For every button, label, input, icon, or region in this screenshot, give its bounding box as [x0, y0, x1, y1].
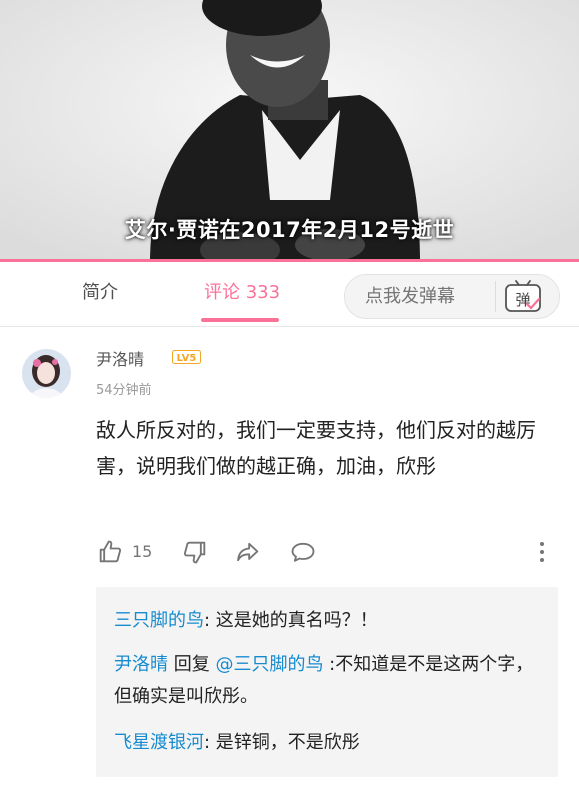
reply-author[interactable]: 尹洛晴 [114, 654, 168, 675]
share-icon[interactable] [234, 538, 262, 566]
reply-item[interactable]: 飞星渡银河: 是锌铜，不是欣彤 [114, 727, 544, 759]
tab-intro[interactable]: 简介 [82, 262, 118, 326]
reply-separator: : [204, 610, 216, 631]
reply-text: 是锌铜，不是欣彤 [215, 732, 360, 753]
reply-separator: : [204, 732, 216, 753]
dislike-icon[interactable] [181, 538, 209, 566]
comment-time: 54分钟前 [96, 383, 152, 398]
reply-author[interactable]: 飞星渡银河 [114, 732, 204, 753]
reply-mention[interactable]: @三只脚的鸟 [215, 654, 323, 675]
comment-content: 敌人所反对的，我们一定要支持，他们反对的越厉害，说明我们做的越正确，加油，欣彤 [96, 418, 536, 478]
comment-username[interactable]: 尹洛晴 [96, 346, 144, 370]
avatar[interactable] [22, 349, 71, 398]
like-count: 15 [132, 542, 153, 561]
danmaku-placeholder: 点我发弹幕 [365, 286, 455, 307]
reply-text: 这是她的真名吗？！ [215, 610, 378, 631]
tab-bar: 简介 评论 333 点我发弹幕 弹 [0, 262, 579, 327]
tab-comments-label: 评论 [204, 282, 240, 303]
danmaku-toggle-icon[interactable]: 弹 [503, 280, 543, 314]
comment-actions: 15 [96, 538, 566, 566]
reply-label: 回复 [168, 654, 216, 675]
danmaku-input[interactable]: 点我发弹幕 弹 [344, 274, 560, 319]
tab-comments[interactable]: 评论 333 [204, 262, 280, 326]
reply-author[interactable]: 三只脚的鸟 [114, 610, 204, 631]
more-options-icon[interactable] [532, 538, 552, 566]
video-subtitle: 艾尔·贾诺在2017年2月12号逝世 [124, 218, 455, 242]
like-icon[interactable] [96, 538, 124, 566]
level-text: LV5 [177, 353, 197, 364]
reply-item[interactable]: 三只脚的鸟: 这是她的真名吗？！ [114, 605, 544, 637]
tab-comments-count: 333 [245, 282, 281, 303]
level-badge: LV5 [172, 350, 201, 364]
active-tab-indicator [201, 318, 279, 322]
reply-icon[interactable] [289, 538, 317, 566]
reply-item[interactable]: 尹洛晴 回复 @三只脚的鸟 :不知道是不是这两个字，但确实是叫欣彤。 [114, 649, 544, 713]
reply-preview-box[interactable]: 三只脚的鸟: 这是她的真名吗？！ 尹洛晴 回复 @三只脚的鸟 :不知道是不是这两… [96, 587, 558, 777]
video-player[interactable]: 艾尔·贾诺在2017年2月12号逝世 [0, 0, 579, 262]
divider [495, 281, 496, 312]
